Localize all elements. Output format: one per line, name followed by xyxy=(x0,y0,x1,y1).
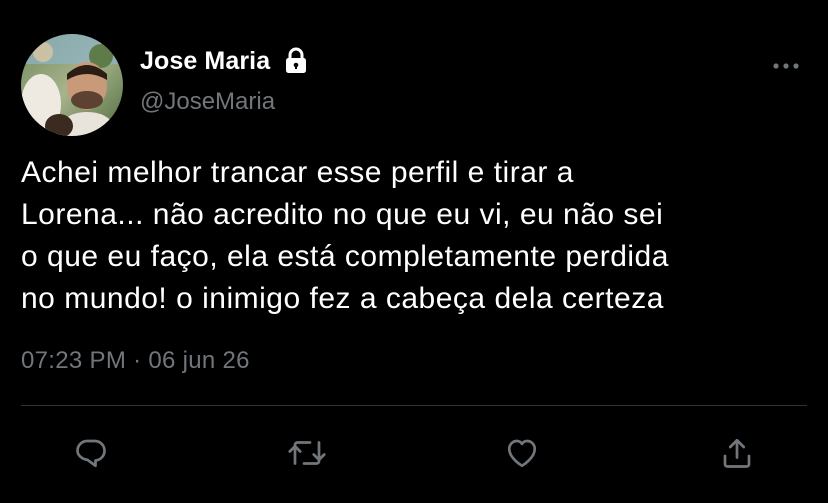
reply-icon xyxy=(76,439,106,468)
lock-icon xyxy=(284,47,308,75)
retweet-icon xyxy=(288,441,326,465)
avatar[interactable] xyxy=(21,34,123,136)
tweet-text: Achei melhor trancar esse perfil e tirar… xyxy=(21,156,669,315)
user-handle[interactable]: @JoseMaria xyxy=(140,88,275,116)
display-name[interactable]: Jose Maria xyxy=(140,47,270,76)
more-icon[interactable] xyxy=(770,54,802,78)
retweet-button[interactable] xyxy=(287,433,327,473)
like-button[interactable] xyxy=(502,433,542,473)
heart-icon xyxy=(507,439,537,468)
divider xyxy=(21,405,807,406)
share-button[interactable] xyxy=(717,433,757,473)
reply-button[interactable] xyxy=(71,433,111,473)
tweet-card: Jose Maria @JoseMaria Achei melhor tranc… xyxy=(0,0,828,503)
tweet-timestamp[interactable]: 07:23 PM · 06 jun 26 xyxy=(21,347,250,375)
name-row: Jose Maria xyxy=(140,43,308,79)
share-icon xyxy=(723,438,751,468)
avatar-image xyxy=(21,34,123,136)
